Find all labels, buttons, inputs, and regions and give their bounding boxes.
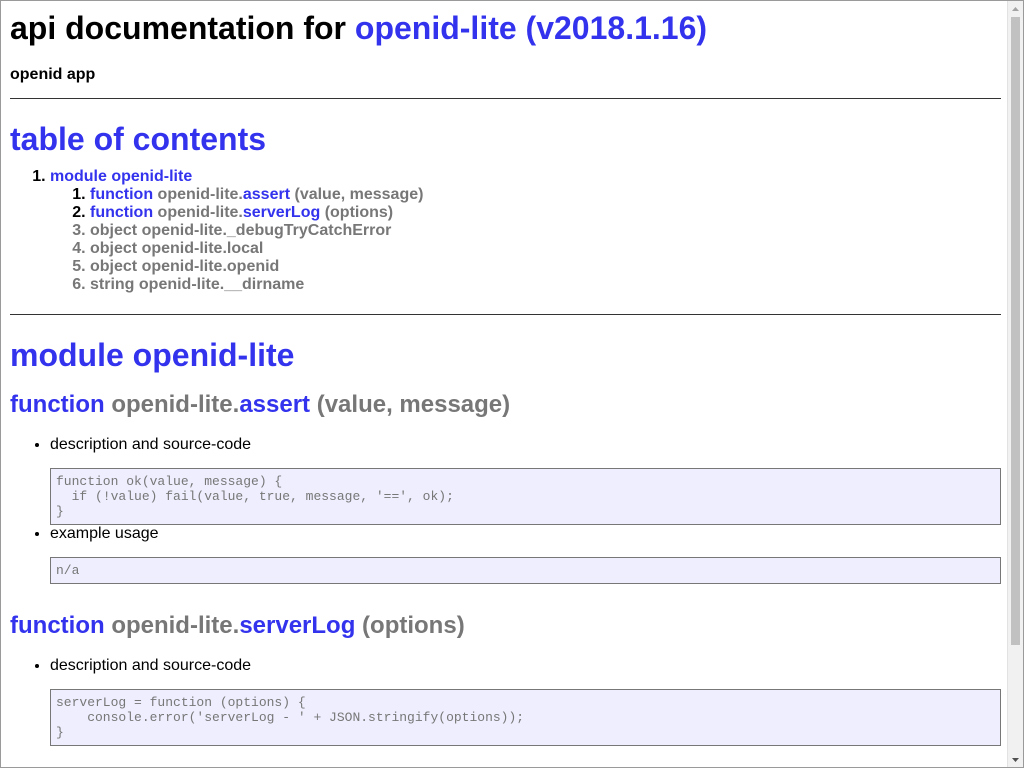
scroll-down-arrow-icon[interactable] <box>1008 752 1023 767</box>
toc-link-assert[interactable]: function openid-lite.assert (value, mess… <box>90 186 423 203</box>
module-title: module openid-lite <box>10 337 295 373</box>
function-details-assert: description and source-code function ok(… <box>10 436 1001 584</box>
section-label: description and source-code <box>50 657 252 674</box>
page-title-prefix: api documentation for <box>10 10 346 46</box>
list-item: description and source-code serverLog = … <box>50 657 1001 746</box>
toc-sublist: function openid-lite.assert (value, mess… <box>50 186 1001 294</box>
divider <box>10 314 1001 315</box>
package-link[interactable]: openid-lite (v2018.1.16) <box>355 10 707 46</box>
page-subtitle: openid app <box>10 66 96 83</box>
scrollbar-thumb[interactable] <box>1011 17 1020 645</box>
document-content: api documentation for openid-lite (v2018… <box>10 1 1001 746</box>
vertical-scrollbar[interactable] <box>1007 1 1023 767</box>
toc-text-debug: object openid-lite._debugTryCatchError <box>90 222 392 239</box>
toc-item: object openid-lite.openid <box>90 258 1001 276</box>
toc-item: function openid-lite.serverLog (options) <box>90 204 1001 222</box>
toc-item: object openid-lite._debugTryCatchError <box>90 222 1001 240</box>
page-frame: api documentation for openid-lite (v2018… <box>0 0 1024 768</box>
section-label: description and source-code <box>50 436 252 453</box>
usage-code-block: n/a <box>50 557 1001 584</box>
page-title: api documentation for openid-lite (v2018… <box>10 9 1001 47</box>
toc-list: module openid-lite function openid-lite.… <box>10 168 1001 294</box>
function-heading-assert: function openid-lite.assert (value, mess… <box>10 391 511 418</box>
source-code-block: function ok(value, message) { if (!value… <box>50 468 1001 525</box>
scroll-up-arrow-icon[interactable] <box>1008 1 1023 16</box>
toc-text-local: object openid-lite.local <box>90 240 264 257</box>
toc-link-serverlog[interactable]: function openid-lite.serverLog (options) <box>90 204 393 221</box>
toc-module-item: module openid-lite function openid-lite.… <box>50 168 1001 294</box>
toc-text-dirname: string openid-lite.__dirname <box>90 276 305 293</box>
toc-item: object openid-lite.local <box>90 240 1001 258</box>
function-heading-serverlog: function openid-lite.serverLog (options) <box>10 612 465 639</box>
toc-item: function openid-lite.assert (value, mess… <box>90 186 1001 204</box>
toc-text-openid: object openid-lite.openid <box>90 258 280 275</box>
toc-item: string openid-lite.__dirname <box>90 276 1001 294</box>
list-item: example usage n/a <box>50 525 1001 584</box>
source-code-block: serverLog = function (options) { console… <box>50 689 1001 746</box>
section-label: example usage <box>50 525 159 542</box>
divider <box>10 98 1001 99</box>
function-details-serverlog: description and source-code serverLog = … <box>10 657 1001 746</box>
toc-module-link[interactable]: module openid-lite <box>50 168 192 185</box>
list-item: description and source-code function ok(… <box>50 436 1001 525</box>
toc-title: table of contents <box>10 121 267 157</box>
